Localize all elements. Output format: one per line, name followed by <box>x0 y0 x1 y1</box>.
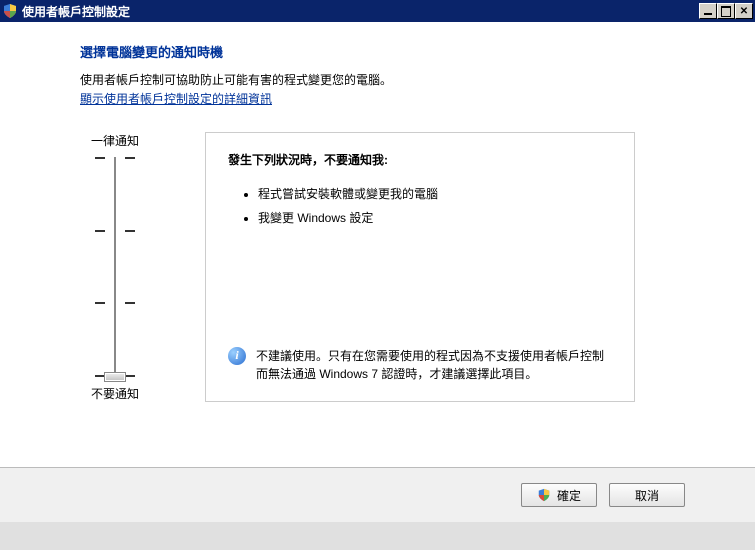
content-area: 選擇電腦變更的通知時機 使用者帳戶控制可協助防止可能有害的程式變更您的電腦。 顯… <box>0 22 755 467</box>
cancel-button[interactable]: 取消 <box>609 483 685 507</box>
maximize-button[interactable] <box>717 3 735 19</box>
slider-track <box>114 157 116 377</box>
footer: 確定 取消 <box>0 467 755 522</box>
slider-tick <box>95 302 135 304</box>
page-heading: 選擇電腦變更的通知時機 <box>80 42 695 61</box>
notification-level-slider[interactable] <box>95 157 135 377</box>
slider-thumb[interactable] <box>104 372 126 382</box>
warning-text: 不建議使用。只有在您需要使用的程式因為不支援使用者帳戶控制而無法通過 Windo… <box>256 347 612 383</box>
ok-button-label: 確定 <box>557 487 581 504</box>
bottom-area <box>0 522 755 550</box>
main-row: 一律通知 不要通知 發生下列狀況時，不要通知我: 程式嘗試安裝軟體或變更我的電腦… <box>80 132 695 402</box>
cancel-button-label: 取消 <box>635 487 659 504</box>
info-icon <box>228 347 246 365</box>
warning-row: 不建議使用。只有在您需要使用的程式因為不支援使用者帳戶控制而無法通過 Windo… <box>228 277 612 383</box>
slider-tick <box>95 157 135 159</box>
window-controls <box>699 3 753 19</box>
window-title: 使用者帳戶控制設定 <box>22 3 699 20</box>
shield-icon <box>537 488 551 502</box>
description-text: 使用者帳戶控制可協助防止可能有害的程式變更您的電腦。 <box>80 71 695 89</box>
slider-label-never: 不要通知 <box>91 385 139 402</box>
slider-label-always: 一律通知 <box>91 132 139 149</box>
info-list-item: 我變更 Windows 設定 <box>258 206 612 230</box>
info-panel: 發生下列狀況時，不要通知我: 程式嘗試安裝軟體或變更我的電腦 我變更 Windo… <box>205 132 635 402</box>
ok-button[interactable]: 確定 <box>521 483 597 507</box>
close-button[interactable] <box>735 3 753 19</box>
titlebar: 使用者帳戶控制設定 <box>0 0 755 22</box>
details-link[interactable]: 顯示使用者帳戶控制設定的詳細資訊 <box>80 90 272 107</box>
shield-icon <box>2 3 18 19</box>
uac-settings-window: 使用者帳戶控制設定 選擇電腦變更的通知時機 使用者帳戶控制可協助防止可能有害的程… <box>0 0 755 550</box>
info-list-item: 程式嘗試安裝軟體或變更我的電腦 <box>258 182 612 206</box>
info-list: 程式嘗試安裝軟體或變更我的電腦 我變更 Windows 設定 <box>228 182 612 230</box>
slider-tick <box>95 230 135 232</box>
minimize-button[interactable] <box>699 3 717 19</box>
slider-column: 一律通知 不要通知 <box>80 132 150 402</box>
info-panel-heading: 發生下列狀況時，不要通知我: <box>228 151 612 168</box>
